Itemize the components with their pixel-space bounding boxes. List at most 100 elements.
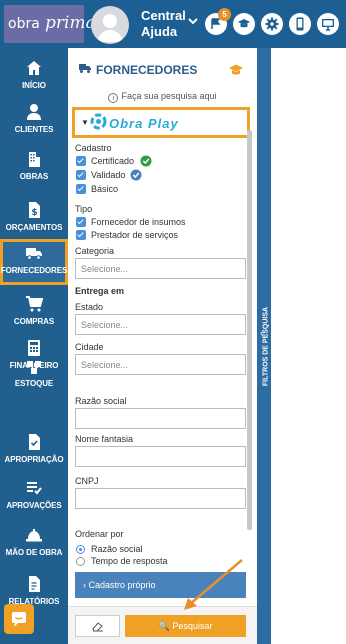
home-icon	[27, 61, 41, 75]
page-title: FORNECEDORES	[96, 63, 198, 77]
top-header: obra prima Central Ajuda 5	[0, 0, 346, 48]
brand-name: Obra Play	[109, 116, 179, 131]
tipo-label: Tipo	[75, 204, 93, 214]
search-hint-text: Faça sua pesquisa aqui	[121, 91, 217, 101]
eraser-icon	[92, 622, 103, 632]
sidebar-item-label: FORNECEDORES	[0, 266, 68, 275]
checkbox-label: Fornecedor de insumos	[91, 217, 186, 227]
sidebar-item-label: ORÇAMENTOS	[5, 223, 63, 232]
sidebar-item-mao-de-obra[interactable]: MÃO DE OBRA	[0, 521, 68, 565]
helmet-icon	[26, 529, 42, 542]
razao-social-input[interactable]	[75, 408, 246, 429]
radio-label: Razão social	[91, 544, 143, 554]
cidade-label: Cidade	[75, 342, 104, 352]
radio-razao-social[interactable]	[76, 545, 85, 554]
radio-label: Tempo de resposta	[91, 556, 168, 566]
avatar[interactable]	[91, 6, 129, 44]
certified-badge-icon	[140, 155, 152, 167]
entrega-label: Entrega em	[75, 286, 125, 296]
dollar-document-icon: $	[29, 202, 40, 218]
cnpj-input[interactable]	[75, 488, 246, 509]
sidebar-item-label: ESTOQUE	[14, 379, 54, 388]
notification-badge: 5	[218, 8, 231, 21]
app-root: { "header": { "logo_part1": "obra", "log…	[0, 0, 346, 644]
radio-tempo-resposta[interactable]	[76, 557, 85, 566]
logo-text-obra: obra	[8, 16, 40, 32]
sidebar-item-label: APROPRIAÇÃO	[4, 455, 64, 464]
report-icon	[29, 576, 40, 592]
svg-text:$: $	[31, 208, 37, 218]
checkbox-certificado[interactable]	[76, 156, 86, 166]
graduation-cap-icon[interactable]	[228, 62, 244, 78]
checkbox-basico[interactable]	[76, 184, 86, 194]
checkbox-fornecedor-insumos[interactable]	[76, 217, 86, 227]
truck-icon	[26, 248, 42, 260]
graduation-cap-icon[interactable]	[233, 13, 255, 35]
sidebar-item-clientes[interactable]: CLIENTES	[0, 98, 68, 142]
search-panel: FORNECEDORES i Faça sua pesquisa aqui ▼ O…	[68, 48, 257, 644]
checkbox-label: Validado	[91, 170, 126, 180]
checkbox-prestador-servicos[interactable]	[76, 230, 86, 240]
sidebar-item-label: MÃO DE OBRA	[5, 548, 63, 557]
info-icon: i	[108, 93, 119, 103]
filters-side-tab-label: FILTROS DE PESQUISA	[262, 306, 270, 387]
document-check-icon	[29, 434, 40, 450]
gear-icon[interactable]	[261, 13, 283, 35]
search-hint: i Faça sua pesquisa aqui	[68, 91, 257, 103]
checkbox-label: Básico	[91, 184, 119, 194]
cadastro-label: Cadastro	[75, 143, 112, 153]
app-logo[interactable]: obra prima	[4, 5, 96, 43]
sidebar-item-estoque[interactable]: ESTOQUE	[0, 356, 68, 400]
monitor-icon[interactable]	[317, 13, 339, 35]
nome-fantasia-input[interactable]	[75, 446, 246, 467]
brand-selector[interactable]: ▼ Obra Play	[72, 107, 250, 138]
clear-button[interactable]	[75, 615, 120, 637]
sidebar-item-orcamentos[interactable]: $ ORÇAMENTOS	[0, 196, 68, 240]
categoria-label: Categoria	[75, 246, 115, 256]
calculator-icon	[28, 340, 40, 356]
sidebar-item-label: APROVAÇÕES	[6, 501, 62, 510]
boxes-icon	[27, 361, 41, 374]
chevron-down-icon: ▼	[81, 118, 89, 127]
checkbox-label: Certificado	[91, 156, 135, 166]
user-icon	[27, 104, 41, 120]
chevron-down-icon[interactable]	[186, 14, 200, 28]
sidebar-item-apropriacao[interactable]: APROPRIAÇÃO	[0, 428, 68, 472]
sidebar-item-compras[interactable]: COMPRAS	[0, 290, 68, 334]
sidebar: INÍCIO CLIENTES OBRAS $ ORÇAMENTOS FORNE…	[0, 48, 68, 644]
cart-icon	[26, 296, 43, 312]
panel-scrollbar[interactable]	[247, 130, 252, 530]
cnpj-label: CNPJ	[75, 476, 99, 486]
mobile-icon[interactable]	[289, 13, 311, 35]
razao-social-label: Razão social	[75, 396, 127, 406]
brand-logo-icon	[90, 113, 107, 130]
sidebar-item-obras[interactable]: OBRAS	[0, 145, 68, 189]
chat-button[interactable]	[4, 604, 34, 634]
truck-icon	[79, 64, 91, 73]
sidebar-item-label: COMPRAS	[13, 317, 55, 326]
categoria-select[interactable]: Selecione...	[75, 258, 246, 279]
sidebar-item-label: INÍCIO	[22, 81, 46, 90]
building-icon	[29, 152, 40, 167]
ordenar-label: Ordenar por	[75, 529, 124, 539]
search-icon: 🔍	[158, 621, 170, 631]
search-button-label: Pesquisar	[172, 621, 213, 631]
sidebar-item-inicio[interactable]: INÍCIO	[0, 54, 68, 98]
sidebar-item-aprovacoes[interactable]: APROVAÇÕES	[0, 474, 68, 518]
sidebar-item-label: CLIENTES	[14, 125, 54, 134]
search-button[interactable]: 🔍 Pesquisar	[125, 615, 246, 637]
estado-select[interactable]: Selecione...	[75, 314, 246, 335]
nome-fantasia-label: Nome fantasia	[75, 434, 134, 444]
checkbox-validado[interactable]	[76, 170, 86, 180]
filters-side-tab[interactable]: ‹ FILTROS DE PESQUISA	[257, 48, 271, 644]
list-check-icon	[27, 482, 42, 495]
logo-text-prima: prima	[45, 13, 96, 33]
annotation-arrow-icon	[184, 559, 243, 610]
accordion-label: Cadastro próprio	[88, 580, 156, 590]
chat-icon	[12, 612, 26, 627]
sidebar-item-label: OBRAS	[19, 172, 49, 181]
cidade-select[interactable]: Selecione...	[75, 354, 246, 375]
sidebar-item-fornecedores[interactable]: FORNECEDORES	[0, 239, 68, 285]
estado-label: Estado	[75, 302, 104, 312]
checkbox-label: Prestador de serviços	[91, 230, 179, 240]
